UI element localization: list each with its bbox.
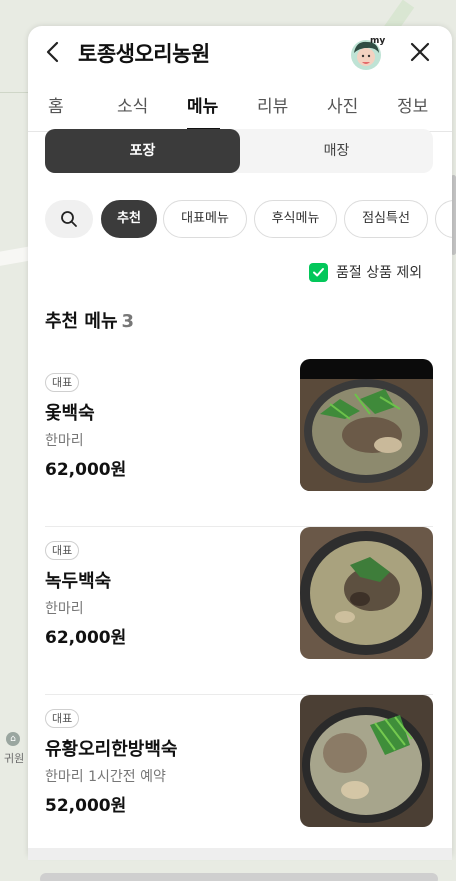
chip-more[interactable] — [435, 200, 452, 238]
panel-footer — [28, 848, 452, 860]
category-chips: 추천 대표메뉴 후식메뉴 점심특선 — [45, 200, 452, 240]
exclude-soldout-toggle[interactable]: 품절 상품 제외 — [309, 262, 422, 282]
menu-item[interactable]: 대표 옻백숙 한마리 62,000원 — [45, 359, 433, 527]
menu-description: 한마리 1시간전 예약 — [45, 769, 166, 785]
menu-search-button[interactable] — [45, 200, 93, 238]
section-title: 추천 메뉴 3 — [45, 307, 134, 333]
tab-news[interactable]: 소식 — [117, 92, 148, 117]
section-count: 3 — [121, 311, 135, 332]
back-button[interactable] — [42, 40, 66, 64]
menu-name: 녹두백숙 — [45, 571, 112, 592]
menu-description: 한마리 — [45, 433, 84, 449]
checkbox[interactable] — [309, 262, 328, 282]
tab-info[interactable]: 정보 — [397, 92, 428, 117]
svg-text:my: my — [370, 36, 385, 46]
tab-bar: 홈 소식 메뉴 리뷰 사진 정보 — [28, 80, 452, 132]
search-icon — [61, 211, 77, 227]
bottom-handle[interactable] — [40, 873, 438, 881]
signature-badge: 대표 — [45, 541, 80, 560]
page-title: 토종생오리농원 — [78, 42, 210, 66]
tab-reviews[interactable]: 리뷰 — [257, 92, 288, 117]
tab-home[interactable]: 홈 — [48, 92, 64, 117]
close-icon — [410, 42, 430, 62]
map-poi-label: 귀원 — [4, 752, 25, 765]
exclude-soldout-label: 품절 상품 제외 — [336, 265, 423, 281]
signature-badge: 대표 — [45, 373, 80, 392]
chip-lunch-special[interactable]: 점심특선 — [344, 200, 428, 238]
panel-header: 토종생오리농원 my — [28, 26, 452, 80]
chevron-left-icon — [46, 41, 59, 63]
tab-menu[interactable]: 메뉴 — [187, 92, 218, 117]
menu-name: 유황오리한방백숙 — [45, 739, 178, 760]
order-type-toggle: 포장 매장 — [45, 129, 433, 173]
map-line — [0, 92, 30, 93]
dine-in-button[interactable]: 매장 — [240, 129, 433, 173]
menu-photo[interactable] — [300, 695, 433, 827]
menu-description: 한마리 — [45, 601, 84, 617]
menu-price: 62,000원 — [45, 628, 127, 648]
menu-item[interactable]: 대표 녹두백숙 한마리 62,000원 — [45, 527, 433, 695]
check-icon — [313, 267, 324, 276]
menu-price: 52,000원 — [45, 796, 127, 816]
takeout-button[interactable]: 포장 — [45, 129, 240, 173]
chip-signature[interactable]: 대표메뉴 — [163, 200, 247, 238]
menu-price: 62,000원 — [45, 460, 127, 480]
tab-photos[interactable]: 사진 — [327, 92, 358, 117]
map-poi-icon[interactable]: ⌂ — [6, 732, 20, 746]
section-title-text: 추천 메뉴 — [45, 311, 118, 332]
my-avatar-icon[interactable]: my — [348, 35, 386, 71]
signature-badge: 대표 — [45, 709, 80, 728]
menu-photo[interactable] — [300, 527, 433, 659]
menu-photo[interactable] — [300, 359, 433, 491]
chip-recommended[interactable]: 추천 — [101, 200, 157, 238]
menu-name: 옻백숙 — [45, 403, 95, 424]
menu-item[interactable]: 대표 유황오리한방백숙 한마리 1시간전 예약 52,000원 — [45, 695, 433, 856]
chip-dessert[interactable]: 후식메뉴 — [254, 200, 337, 238]
place-panel: 토종생오리농원 my 홈 소식 메뉴 리뷰 사진 정보 포장 매장 추천 대표메… — [28, 26, 452, 856]
close-button[interactable] — [408, 40, 432, 64]
